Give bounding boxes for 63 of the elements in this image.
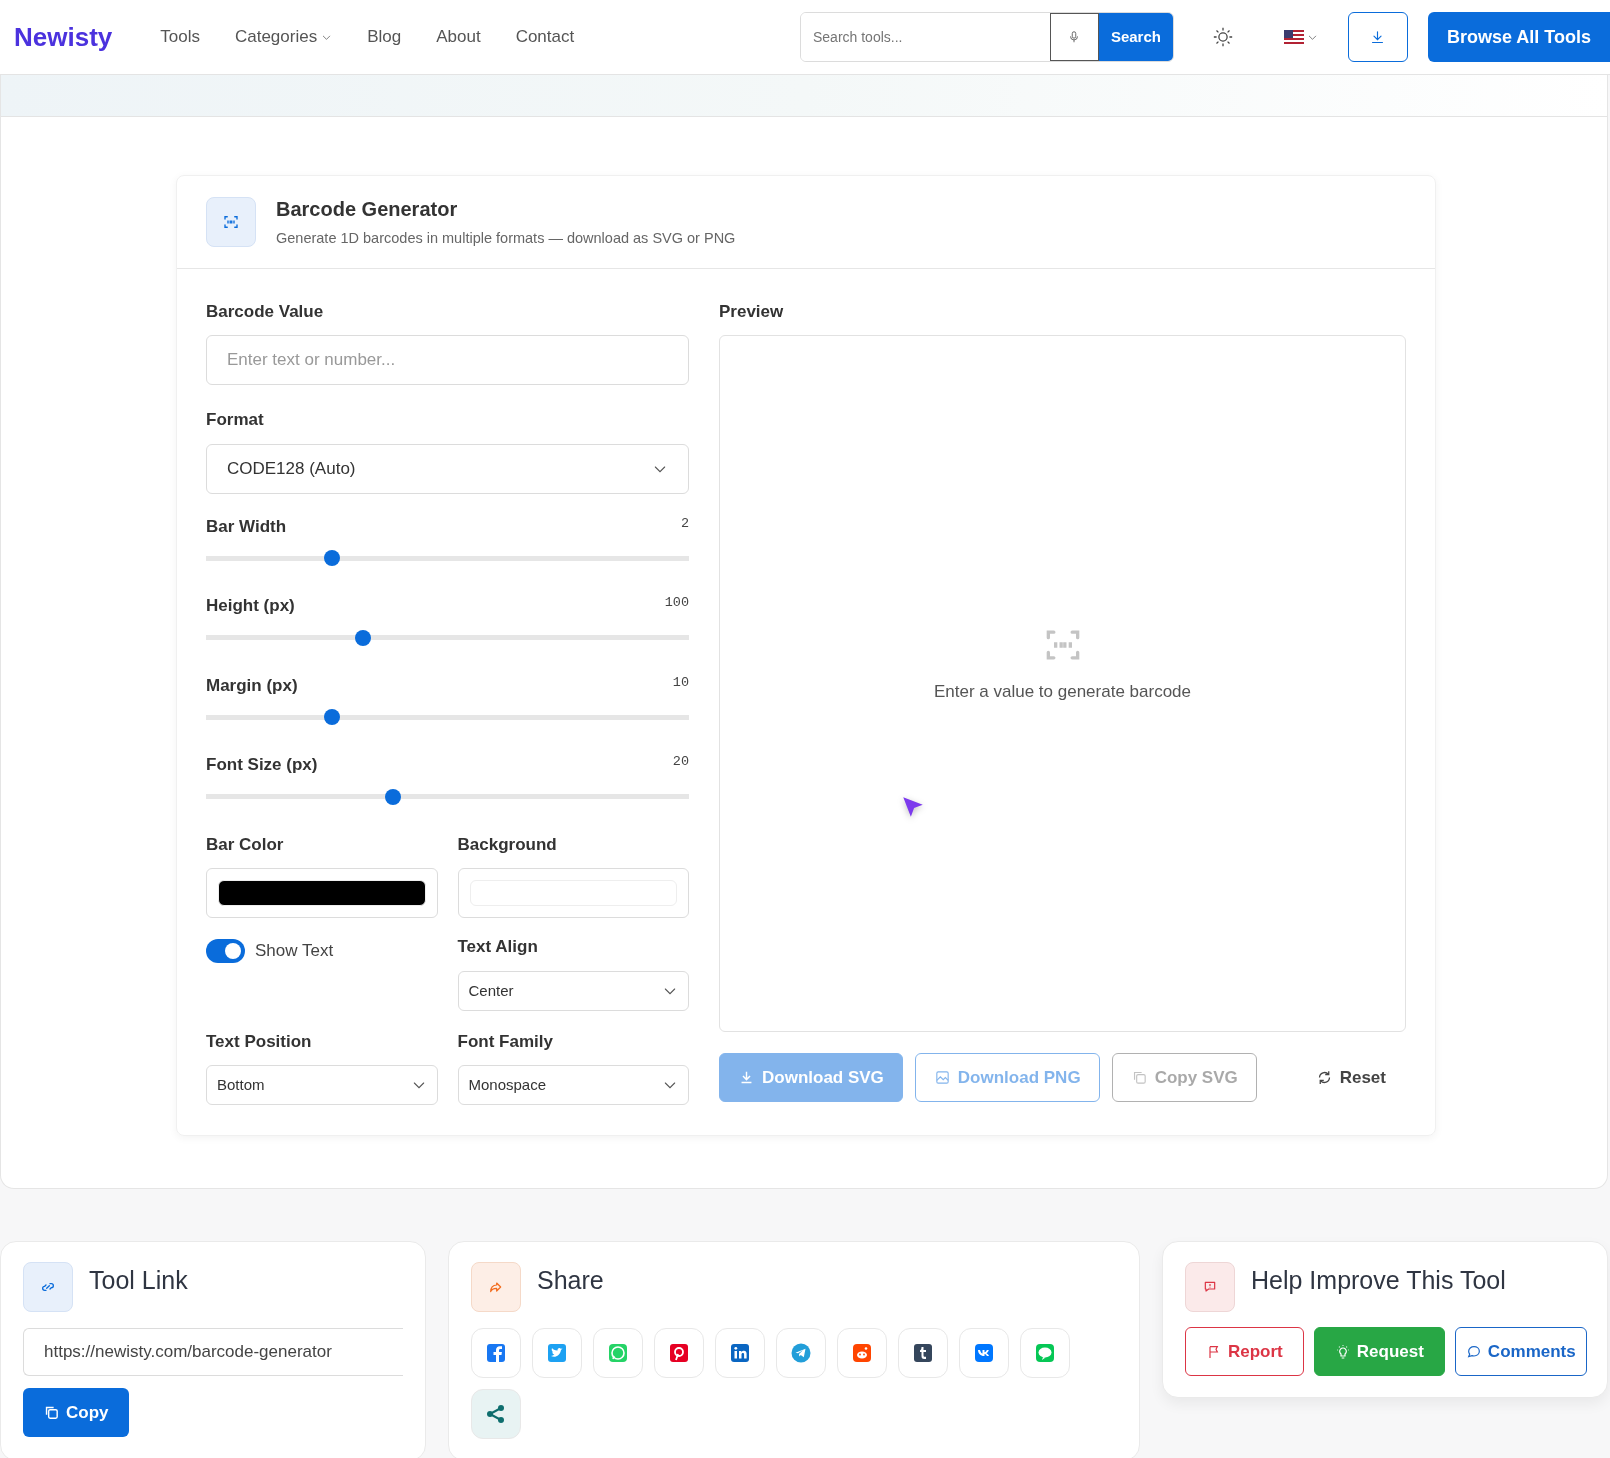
field-label: Barcode Value bbox=[206, 300, 325, 323]
share-button[interactable] bbox=[898, 1328, 948, 1379]
field-label: Text Align bbox=[457, 936, 539, 959]
field-label: Font Size (px) bbox=[206, 754, 318, 777]
field-label: Format bbox=[206, 409, 265, 432]
reset-button[interactable]: Reset bbox=[1297, 1053, 1406, 1103]
share-button[interactable] bbox=[471, 1328, 521, 1379]
field-label: Bar Color bbox=[206, 833, 285, 856]
nav-link[interactable]: Blog bbox=[367, 24, 402, 50]
search-button[interactable]: Search bbox=[1098, 13, 1173, 61]
field-label: Background bbox=[457, 833, 558, 856]
card-title: Help Improve This Tool bbox=[1251, 1264, 1506, 1296]
field-label: Text Position bbox=[206, 1030, 313, 1053]
toggle-switch[interactable] bbox=[206, 939, 245, 963]
browse-all-tools-button[interactable]: Browse All Tools bbox=[1427, 12, 1610, 62]
nav-link[interactable]: About bbox=[436, 24, 481, 50]
slider-thumb[interactable] bbox=[354, 629, 371, 646]
share-button[interactable] bbox=[715, 1328, 765, 1379]
field-label: Bar Width bbox=[206, 515, 287, 538]
field-label: Preview bbox=[719, 300, 785, 323]
card-title: Tool Link bbox=[89, 1264, 188, 1296]
font-family-select[interactable]: Monospace bbox=[457, 1065, 689, 1106]
nav-link[interactable]: Categories bbox=[234, 24, 333, 50]
slider-thumb[interactable] bbox=[385, 788, 402, 805]
field-label: Margin (px) bbox=[206, 674, 298, 697]
sun-icon bbox=[1211, 26, 1234, 48]
field-label: Font Family bbox=[457, 1030, 554, 1053]
nav-link[interactable]: Contact bbox=[515, 24, 575, 50]
search-bar[interactable]: Search tools... Search bbox=[799, 12, 1174, 62]
text-align-select[interactable]: Center bbox=[457, 970, 689, 1011]
slider-reading: 10 bbox=[672, 673, 689, 692]
slider-thumb[interactable] bbox=[323, 550, 340, 567]
image-icon bbox=[933, 1069, 951, 1087]
lightbulb-icon bbox=[1334, 1343, 1351, 1360]
slider-reading: 20 bbox=[672, 753, 689, 772]
speech-bubble-icon bbox=[1465, 1343, 1482, 1360]
share-button[interactable] bbox=[654, 1328, 704, 1379]
comments-button[interactable]: Comments bbox=[1454, 1327, 1587, 1377]
url-field[interactable]: https://newisty.com/barcode-generator bbox=[23, 1328, 403, 1377]
tool-title: Barcode Generator bbox=[276, 197, 459, 222]
text-position-select[interactable]: Bottom bbox=[206, 1065, 438, 1106]
slider-reading: 2 bbox=[680, 514, 689, 533]
nav-link[interactable]: Tools bbox=[160, 24, 200, 50]
tool-subtitle: Generate 1D barcodes in multiple formats — download as SVG or PNG bbox=[276, 229, 736, 248]
flag-icon bbox=[1283, 30, 1304, 44]
copy-button[interactable]: Copy bbox=[23, 1388, 129, 1438]
card-title: Share bbox=[537, 1264, 604, 1296]
toggle-label: Show Text bbox=[255, 940, 334, 963]
empty-state-message: Enter a value to generate barcode bbox=[933, 681, 1192, 703]
report-button[interactable]: Report bbox=[1185, 1327, 1304, 1377]
microphone-button[interactable] bbox=[1049, 13, 1099, 61]
share-button[interactable] bbox=[959, 1328, 1009, 1379]
format-select[interactable]: CODE128 (Auto) bbox=[206, 443, 689, 494]
barcode-value-field[interactable]: Enter text or number... bbox=[206, 335, 689, 386]
install-button[interactable] bbox=[1347, 12, 1408, 62]
share-button[interactable] bbox=[471, 1389, 521, 1440]
logo[interactable]: Newisty bbox=[14, 17, 113, 57]
field-label: Height (px) bbox=[206, 595, 295, 618]
color-picker[interactable] bbox=[206, 868, 438, 919]
copy-icon bbox=[43, 1404, 60, 1422]
slider-reading: 100 bbox=[664, 594, 689, 613]
color-picker[interactable] bbox=[457, 868, 689, 919]
slider-thumb[interactable] bbox=[323, 709, 340, 726]
